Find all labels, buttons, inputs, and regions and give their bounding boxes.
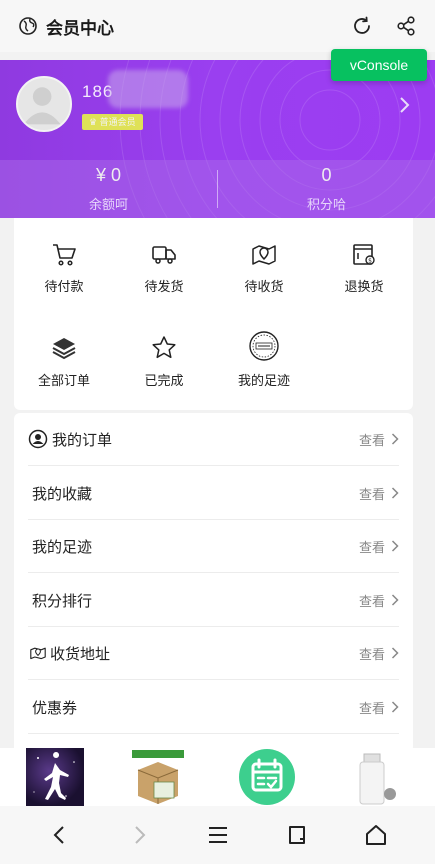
masked-phone-blur (108, 70, 188, 108)
return-icon: $ (353, 244, 375, 265)
order-pending-shipment[interactable]: 待发货 (114, 240, 214, 295)
map-icon (30, 647, 46, 660)
calendar-fab[interactable] (238, 748, 296, 806)
points-stat[interactable]: 0 积分哈 (218, 160, 435, 218)
order-pending-payment[interactable]: 待付款 (14, 240, 114, 295)
menu-list-card: 我的订单 查看 我的收藏 查看 我的足迹 查看 积分排行 查看 收货地址 查看 … (14, 413, 413, 753)
person-circle-icon (28, 429, 48, 449)
order-returns[interactable]: $ 退换货 (314, 240, 414, 295)
globe-icon (19, 17, 37, 35)
product-thumb-box[interactable] (130, 748, 186, 806)
product-thumb-bottle[interactable] (350, 748, 406, 806)
star-icon (152, 336, 176, 359)
forward-icon[interactable] (127, 823, 151, 847)
list-item-points-ranking[interactable]: 积分排行 查看 (28, 574, 399, 627)
back-icon[interactable] (48, 823, 72, 847)
map-pin-icon (252, 245, 276, 265)
balance-label: 余额呵 (88, 197, 128, 212)
browser-nav-bar (0, 806, 435, 864)
chevron-right-icon (391, 487, 399, 499)
chevron-right-icon[interactable] (399, 96, 411, 114)
refresh-icon[interactable] (351, 15, 373, 37)
order-completed[interactable]: 已完成 (114, 334, 214, 389)
points-label: 积分哈 (306, 197, 346, 212)
list-item-my-orders[interactable]: 我的订单 查看 (28, 413, 399, 466)
order-footprints[interactable]: 我的足迹 (214, 330, 314, 389)
tabs-icon[interactable] (285, 823, 309, 847)
order-shortcuts-card: 待付款 待发货 待收货 $ 退换货 全部订单 已完成 我的足迹 (14, 218, 413, 410)
cart-icon (53, 244, 76, 266)
points-value: 0 (321, 165, 332, 185)
chevron-right-icon (391, 594, 399, 606)
share-icon[interactable] (395, 15, 417, 37)
product-thumb-jumpman[interactable] (26, 748, 84, 806)
list-item-favorites[interactable]: 我的收藏 查看 (28, 467, 399, 520)
vconsole-button[interactable]: vConsole (331, 49, 427, 81)
profile-header[interactable]: 186 ♛ 普通会员 ¥ 0 余额呵 0 积分哈 (0, 60, 435, 218)
chevron-right-icon (391, 540, 399, 552)
list-item-address[interactable]: 收货地址 查看 (28, 627, 399, 680)
chevron-right-icon (391, 701, 399, 713)
balance-value: ¥ 0 (95, 165, 122, 185)
list-item-footprints[interactable]: 我的足迹 查看 (28, 520, 399, 573)
list-item-coupons[interactable]: 优惠券 查看 (28, 681, 399, 734)
menu-icon[interactable] (206, 823, 230, 847)
footprint-stamp-icon (249, 331, 279, 361)
top-bar: 会员中心 (0, 0, 435, 52)
layers-icon (52, 338, 76, 360)
product-strip (0, 748, 435, 806)
chevron-right-icon (391, 647, 399, 659)
page-title: 会员中心 (46, 18, 114, 38)
balance-stat[interactable]: ¥ 0 余额呵 (0, 160, 217, 218)
member-level-badge: ♛ 普通会员 (82, 114, 143, 130)
avatar[interactable] (16, 76, 72, 132)
truck-icon (152, 246, 176, 264)
order-all[interactable]: 全部订单 (14, 334, 114, 389)
chevron-right-icon (391, 433, 399, 445)
svg-text:$: $ (368, 258, 372, 265)
home-icon[interactable] (364, 823, 388, 847)
order-pending-receipt[interactable]: 待收货 (214, 240, 314, 295)
stats-bar: ¥ 0 余额呵 0 积分哈 (0, 160, 435, 218)
